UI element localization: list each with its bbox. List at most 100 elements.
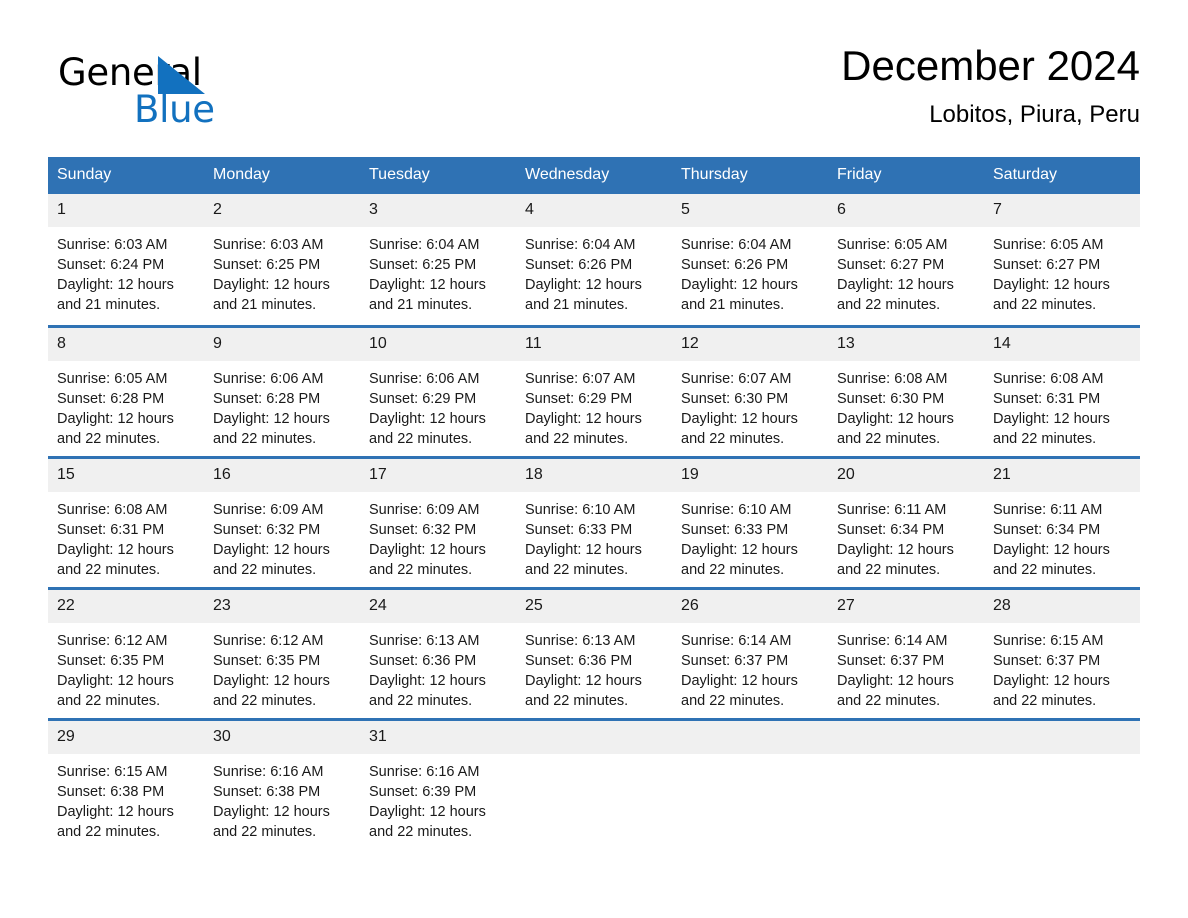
daylight-text: Daylight: 12 hours and 22 minutes. [525,542,642,578]
calendar-day-cell[interactable]: 31 Sunrise: 6:16 AM Sunset: 6:39 PM Dayligh… [360,718,516,849]
calendar-day-cell[interactable]: 11 Sunrise: 6:07 AM Sunset: 6:29 PM Dayligh… [516,325,672,456]
sunset-text: Sunset: 6:36 PM [525,653,633,669]
day-details [984,754,1140,762]
day-details: Sunrise: 6:05 AM Sunset: 6:27 PM Daylight:… [984,227,1140,315]
sunset-text: Sunset: 6:36 PM [369,653,477,669]
calendar-week-row: 15 Sunrise: 6:08 AM Sunset: 6:31 PM Dayligh… [48,456,1140,587]
day-details [828,754,984,762]
sunrise-text: Sunrise: 6:04 AM [681,237,792,253]
calendar-day-cell[interactable]: 26 Sunrise: 6:14 AM Sunset: 6:37 PM Dayligh… [672,587,828,718]
general-blue-logo[interactable]: General Blue [58,52,358,142]
sunset-text: Sunset: 6:28 PM [213,391,321,407]
daylight-text: Daylight: 12 hours and 22 minutes. [57,542,174,578]
calendar-day-cell[interactable]: 22 Sunrise: 6:12 AM Sunset: 6:35 PM Dayligh… [48,587,204,718]
calendar-day-cell[interactable]: 27 Sunrise: 6:14 AM Sunset: 6:37 PM Dayligh… [828,587,984,718]
daylight-text: Daylight: 12 hours and 21 minutes. [369,277,486,313]
day-number: 18 [516,459,672,492]
day-details: Sunrise: 6:05 AM Sunset: 6:27 PM Daylight:… [828,227,984,315]
calendar-day-cell[interactable]: 29 Sunrise: 6:15 AM Sunset: 6:38 PM Dayligh… [48,718,204,849]
calendar-day-cell[interactable]: 6 Sunrise: 6:05 AM Sunset: 6:27 PM Daylight… [828,194,984,325]
daylight-text: Daylight: 12 hours and 22 minutes. [993,542,1110,578]
calendar-day-cell[interactable]: 1 Sunrise: 6:03 AM Sunset: 6:24 PM Daylight… [48,194,204,325]
daylight-text: Daylight: 12 hours and 21 minutes. [57,277,174,313]
sunset-text: Sunset: 6:34 PM [837,522,945,538]
calendar-day-cell[interactable]: 28 Sunrise: 6:15 AM Sunset: 6:37 PM Dayligh… [984,587,1140,718]
weekday-header-sunday: Sunday [48,157,204,194]
calendar-week-row: 8 Sunrise: 6:05 AM Sunset: 6:28 PM Daylight… [48,325,1140,456]
day-details: Sunrise: 6:08 AM Sunset: 6:31 PM Daylight:… [48,492,204,580]
sunrise-text: Sunrise: 6:10 AM [525,502,636,518]
calendar-day-cell[interactable]: 7 Sunrise: 6:05 AM Sunset: 6:27 PM Daylight… [984,194,1140,325]
sunrise-text: Sunrise: 6:08 AM [57,502,168,518]
sunset-text: Sunset: 6:30 PM [681,391,789,407]
title-block: December 2024 Lobitos, Piura, Peru [841,40,1140,130]
weekday-header-row: Sunday Monday Tuesday Wednesday Thursday… [48,157,1140,194]
daylight-text: Daylight: 12 hours and 22 minutes. [369,542,486,578]
sunrise-text: Sunrise: 6:11 AM [837,502,947,518]
day-number: 24 [360,590,516,623]
calendar-day-cell[interactable]: 14 Sunrise: 6:08 AM Sunset: 6:31 PM Dayligh… [984,325,1140,456]
day-number: 13 [828,328,984,361]
day-number: 6 [828,194,984,227]
calendar-day-cell[interactable]: 16 Sunrise: 6:09 AM Sunset: 6:32 PM Dayligh… [204,456,360,587]
day-details: Sunrise: 6:07 AM Sunset: 6:30 PM Daylight:… [672,361,828,449]
calendar-day-cell[interactable]: 10 Sunrise: 6:06 AM Sunset: 6:29 PM Dayligh… [360,325,516,456]
calendar-week-row: 1 Sunrise: 6:03 AM Sunset: 6:24 PM Daylight… [48,194,1140,325]
sunset-text: Sunset: 6:31 PM [993,391,1101,407]
daylight-text: Daylight: 12 hours and 22 minutes. [369,804,486,840]
day-number: 20 [828,459,984,492]
calendar-day-cell[interactable]: 4 Sunrise: 6:04 AM Sunset: 6:26 PM Daylight… [516,194,672,325]
sunrise-text: Sunrise: 6:15 AM [993,633,1104,649]
calendar-day-cell[interactable]: 17 Sunrise: 6:09 AM Sunset: 6:32 PM Dayligh… [360,456,516,587]
day-details: Sunrise: 6:04 AM Sunset: 6:25 PM Daylight:… [360,227,516,315]
day-number: 28 [984,590,1140,623]
calendar-day-cell[interactable]: 21 Sunrise: 6:11 AM Sunset: 6:34 PM Dayligh… [984,456,1140,587]
sunrise-text: Sunrise: 6:16 AM [369,764,480,780]
calendar-day-cell[interactable]: 9 Sunrise: 6:06 AM Sunset: 6:28 PM Daylight… [204,325,360,456]
daylight-text: Daylight: 12 hours and 22 minutes. [681,411,798,447]
calendar-day-cell[interactable]: 5 Sunrise: 6:04 AM Sunset: 6:26 PM Daylight… [672,194,828,325]
day-details: Sunrise: 6:08 AM Sunset: 6:31 PM Daylight:… [984,361,1140,449]
sunrise-text: Sunrise: 6:08 AM [993,371,1104,387]
calendar-body: 1 Sunrise: 6:03 AM Sunset: 6:24 PM Daylight… [48,194,1140,849]
day-details: Sunrise: 6:08 AM Sunset: 6:30 PM Daylight:… [828,361,984,449]
sunset-text: Sunset: 6:38 PM [57,784,165,800]
sunrise-text: Sunrise: 6:12 AM [57,633,168,649]
calendar-day-cell[interactable]: 3 Sunrise: 6:04 AM Sunset: 6:25 PM Daylight… [360,194,516,325]
weekday-header-friday: Friday [828,157,984,194]
sunrise-sunset-calendar: Sunday Monday Tuesday Wednesday Thursday… [48,157,1140,849]
calendar-day-cell[interactable]: 8 Sunrise: 6:05 AM Sunset: 6:28 PM Daylight… [48,325,204,456]
daylight-text: Daylight: 12 hours and 22 minutes. [369,673,486,709]
calendar-day-cell[interactable]: 15 Sunrise: 6:08 AM Sunset: 6:31 PM Dayligh… [48,456,204,587]
calendar-day-cell[interactable]: 20 Sunrise: 6:11 AM Sunset: 6:34 PM Dayligh… [828,456,984,587]
calendar-day-cell[interactable]: 2 Sunrise: 6:03 AM Sunset: 6:25 PM Daylight… [204,194,360,325]
sunrise-text: Sunrise: 6:10 AM [681,502,792,518]
day-number: 16 [204,459,360,492]
calendar-day-cell[interactable]: 30 Sunrise: 6:16 AM Sunset: 6:38 PM Dayligh… [204,718,360,849]
day-details: Sunrise: 6:13 AM Sunset: 6:36 PM Daylight:… [360,623,516,711]
sunrise-text: Sunrise: 6:05 AM [57,371,168,387]
day-details: Sunrise: 6:15 AM Sunset: 6:38 PM Daylight:… [48,754,204,842]
calendar-empty-cell [516,718,672,849]
day-number: 17 [360,459,516,492]
calendar-day-cell[interactable]: 23 Sunrise: 6:12 AM Sunset: 6:35 PM Dayligh… [204,587,360,718]
day-number [516,721,672,754]
daylight-text: Daylight: 12 hours and 22 minutes. [213,411,330,447]
calendar-day-cell[interactable]: 24 Sunrise: 6:13 AM Sunset: 6:36 PM Dayligh… [360,587,516,718]
sunset-text: Sunset: 6:33 PM [525,522,633,538]
sunrise-text: Sunrise: 6:07 AM [681,371,792,387]
sunrise-text: Sunrise: 6:05 AM [993,237,1104,253]
calendar-day-cell[interactable]: 13 Sunrise: 6:08 AM Sunset: 6:30 PM Dayligh… [828,325,984,456]
daylight-text: Daylight: 12 hours and 22 minutes. [525,673,642,709]
sunset-text: Sunset: 6:25 PM [369,257,477,273]
calendar-day-cell[interactable]: 19 Sunrise: 6:10 AM Sunset: 6:33 PM Dayligh… [672,456,828,587]
calendar-day-cell[interactable]: 12 Sunrise: 6:07 AM Sunset: 6:30 PM Dayligh… [672,325,828,456]
calendar-day-cell[interactable]: 25 Sunrise: 6:13 AM Sunset: 6:36 PM Dayligh… [516,587,672,718]
weekday-header-monday: Monday [204,157,360,194]
calendar-day-cell[interactable]: 18 Sunrise: 6:10 AM Sunset: 6:33 PM Dayligh… [516,456,672,587]
day-details: Sunrise: 6:04 AM Sunset: 6:26 PM Daylight:… [672,227,828,315]
sunrise-text: Sunrise: 6:16 AM [213,764,324,780]
weekday-header-tuesday: Tuesday [360,157,516,194]
day-number [672,721,828,754]
day-number: 12 [672,328,828,361]
